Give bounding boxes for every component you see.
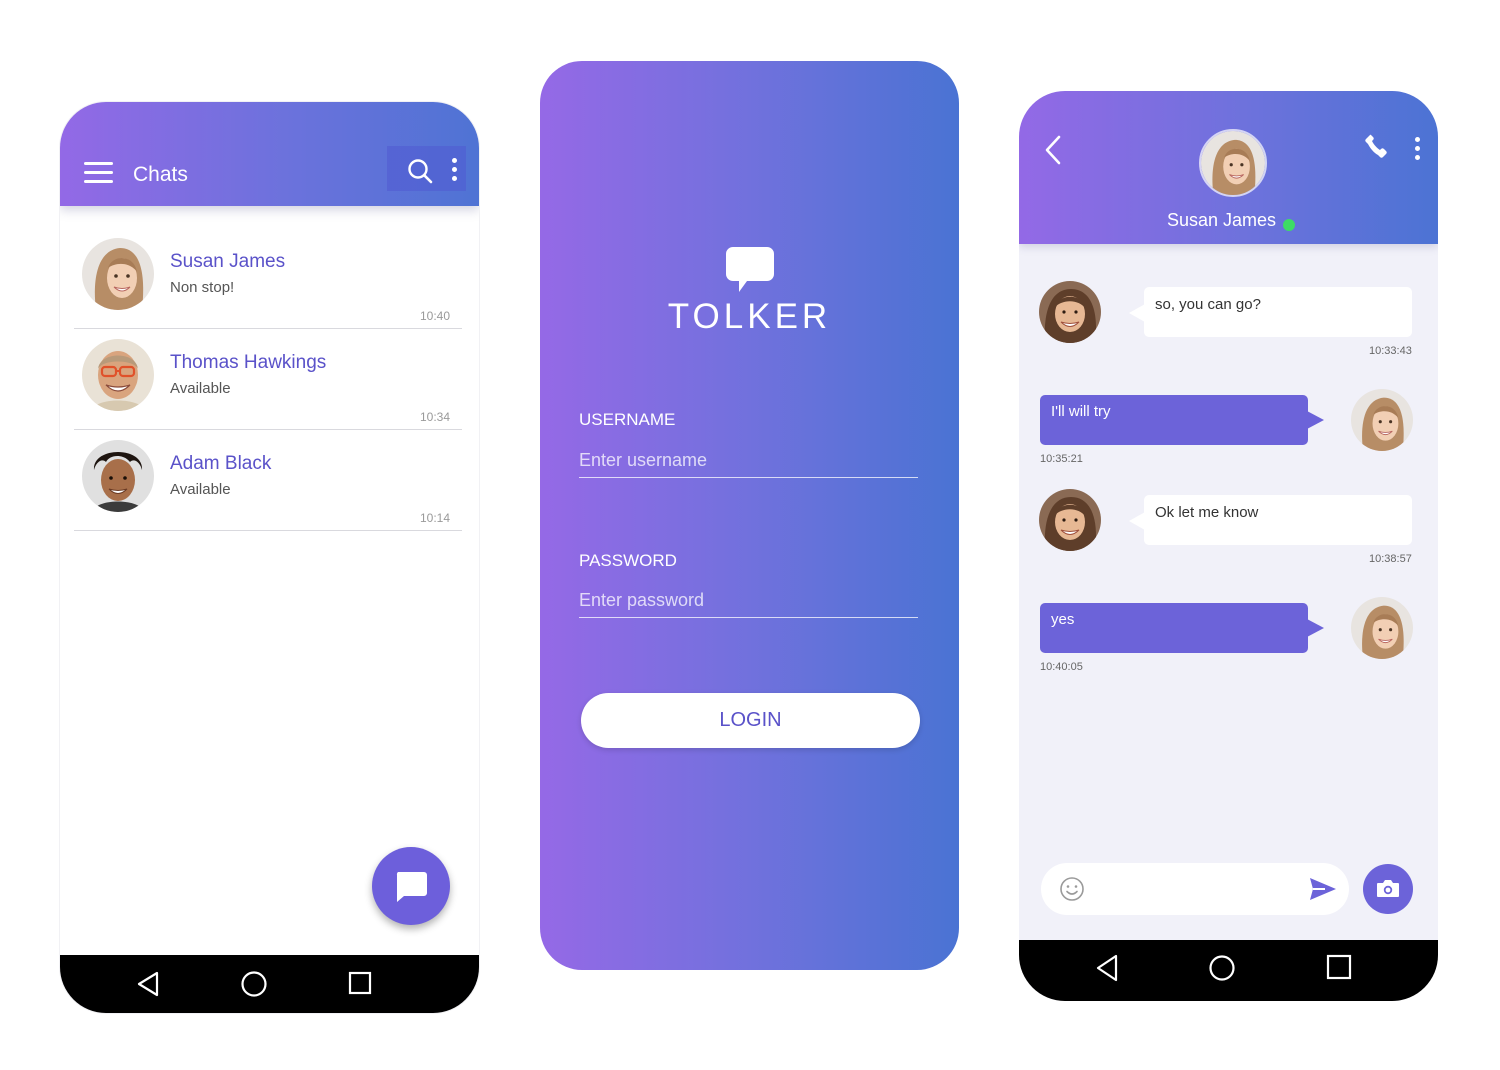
more-vert-icon[interactable] [1415, 137, 1420, 161]
sender-avatar [1351, 597, 1413, 659]
last-message-time: 10:40 [419, 309, 450, 323]
chat-list-item[interactable]: Adam Black Available 10:14 [74, 430, 462, 531]
brand-name: TOLKER [667, 297, 832, 336]
message-time: 10:35:21 [1040, 453, 1083, 465]
login-button[interactable]: LOGIN [581, 693, 920, 748]
page-title: Chats [133, 163, 188, 186]
conversation-screen: Susan James so, you can go? 10:33:43 I'l… [1019, 91, 1438, 1001]
app-bar: Chats [60, 102, 479, 206]
incoming-message: so, you can go? [1129, 287, 1412, 337]
emoji-icon[interactable] [1059, 876, 1085, 902]
app-bar-actions [387, 146, 466, 191]
phone-icon[interactable] [1363, 133, 1389, 161]
contact-name: Adam Black [170, 453, 272, 474]
contact-status: Available [170, 380, 231, 397]
nav-back-icon[interactable] [136, 971, 160, 997]
message-time: 10:33:43 [1369, 345, 1412, 357]
online-status-dot [1283, 219, 1295, 231]
message-time: 10:40:05 [1040, 661, 1083, 673]
password-label: PASSWORD [579, 551, 677, 570]
system-nav-bar [60, 955, 479, 1013]
message-composer [1041, 863, 1349, 915]
nav-back-icon[interactable] [1095, 954, 1119, 982]
outgoing-message: I'll will try [1040, 395, 1324, 445]
nav-home-icon[interactable] [240, 970, 268, 998]
chat-list: Susan James Non stop! 10:40 Thomas Hawki… [74, 228, 462, 531]
message-time: 10:38:57 [1369, 553, 1412, 565]
chat-logo-icon [726, 247, 774, 292]
system-nav-bar [1019, 940, 1438, 1001]
last-message-time: 10:14 [419, 511, 450, 525]
new-chat-button[interactable] [372, 847, 450, 925]
outgoing-message: yes [1040, 603, 1324, 653]
chat-list-item[interactable]: Thomas Hawkings Available 10:34 [74, 329, 462, 430]
message-input[interactable] [1095, 873, 1300, 905]
conversation-header: Susan James [1019, 91, 1438, 244]
login-screen: TOLKER USERNAME PASSWORD LOGIN [540, 61, 959, 970]
contact-avatar[interactable] [1199, 129, 1267, 197]
avatar [82, 238, 154, 310]
sender-avatar [1039, 489, 1101, 551]
camera-button[interactable] [1363, 864, 1413, 914]
incoming-message: Ok let me know [1129, 495, 1412, 545]
password-field[interactable] [579, 584, 918, 618]
username-field[interactable] [579, 444, 918, 478]
more-vert-icon[interactable] [452, 158, 457, 182]
avatar [82, 440, 154, 512]
chat-list-item[interactable]: Susan James Non stop! 10:40 [74, 228, 462, 329]
camera-icon [1377, 880, 1399, 897]
contact-status: Available [170, 481, 231, 498]
back-arrow-icon[interactable] [1041, 133, 1063, 167]
contact-name: Susan James [1166, 210, 1277, 230]
avatar [82, 339, 154, 411]
chats-screen: Chats Susan James Non stop! 10:40 Thomas… [60, 102, 479, 1013]
chat-bubble-icon [396, 872, 427, 902]
sender-avatar [1351, 389, 1413, 451]
search-icon[interactable] [407, 158, 433, 184]
contact-status: Non stop! [170, 279, 235, 296]
contact-name: Thomas Hawkings [170, 352, 327, 373]
send-icon[interactable] [1309, 877, 1337, 901]
last-message-time: 10:34 [419, 410, 450, 424]
app-showcase: Chats Susan James Non stop! 10:40 Thomas… [0, 0, 1500, 1070]
username-label: USERNAME [579, 410, 676, 429]
menu-icon[interactable] [84, 162, 113, 183]
nav-home-icon[interactable] [1208, 954, 1236, 982]
nav-recents-icon[interactable] [1326, 954, 1352, 980]
contact-name: Susan James [170, 251, 286, 272]
sender-avatar [1039, 281, 1101, 343]
nav-recents-icon[interactable] [348, 971, 372, 995]
